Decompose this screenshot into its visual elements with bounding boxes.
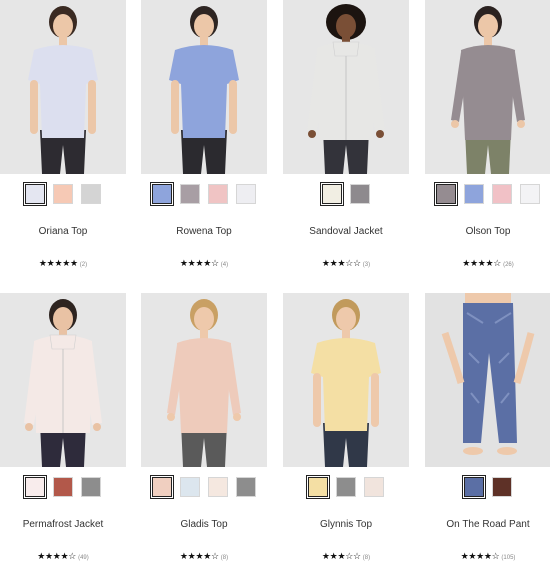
product-image[interactable]	[283, 0, 409, 174]
color-swatch[interactable]	[236, 184, 256, 204]
product-rating[interactable]: ★★★★☆ (8)	[141, 551, 267, 562]
color-swatch[interactable]	[464, 184, 484, 204]
product-rating[interactable]: ★★★★☆ (4)	[141, 258, 267, 269]
color-swatch[interactable]	[53, 184, 73, 204]
color-swatches	[141, 475, 267, 499]
review-count: (4)	[220, 262, 229, 268]
color-swatches	[425, 475, 550, 499]
color-swatch[interactable]	[492, 184, 512, 204]
product-image[interactable]	[141, 0, 267, 174]
product-rating[interactable]: ★★★★☆ (49)	[0, 551, 126, 562]
color-swatch[interactable]	[81, 477, 101, 497]
star-rating-icon: ★★★★☆	[460, 551, 500, 561]
product-image[interactable]	[283, 293, 409, 467]
color-swatch[interactable]	[208, 184, 228, 204]
product-name[interactable]: Glynnis Top	[283, 519, 409, 530]
product-image[interactable]	[425, 0, 550, 174]
color-swatch[interactable]	[180, 184, 200, 204]
product-photo-figure	[0, 0, 126, 174]
color-swatch[interactable]	[180, 477, 200, 497]
color-swatch[interactable]	[350, 184, 370, 204]
color-swatch[interactable]	[208, 477, 228, 497]
product-photo-figure	[283, 0, 409, 174]
color-swatch[interactable]	[434, 182, 458, 206]
color-swatch[interactable]	[520, 184, 540, 204]
product-photo-figure	[141, 293, 267, 467]
product-photo-figure	[0, 293, 126, 467]
review-count: (8)	[220, 555, 229, 561]
star-rating-icon: ★★★★★	[38, 258, 78, 268]
product-photo-figure	[141, 0, 267, 174]
color-swatch[interactable]	[306, 475, 330, 499]
product-rating[interactable]: ★★★☆☆ (3)	[283, 258, 409, 269]
review-count: (26)	[503, 262, 514, 268]
color-swatch[interactable]	[320, 182, 344, 206]
color-swatches	[0, 182, 126, 206]
star-rating-icon: ★★★★☆	[179, 551, 219, 561]
product-name[interactable]: Olson Top	[425, 226, 550, 237]
product-rating[interactable]: ★★★★☆ (26)	[425, 258, 550, 269]
product-rating[interactable]: ★★★★★ (2)	[0, 258, 126, 269]
star-rating-icon: ★★★☆☆	[321, 551, 361, 561]
color-swatch[interactable]	[236, 477, 256, 497]
review-count: (2)	[79, 262, 88, 268]
product-name[interactable]: Oriana Top	[0, 226, 126, 237]
review-count: (105)	[501, 555, 516, 561]
product-image[interactable]	[141, 293, 267, 467]
product-photo-figure	[283, 293, 409, 467]
color-swatches	[141, 182, 267, 206]
star-rating-icon: ★★★☆☆	[321, 258, 361, 268]
product-image[interactable]	[425, 293, 550, 467]
color-swatch[interactable]	[492, 477, 512, 497]
product-name[interactable]: Rowena Top	[141, 226, 267, 237]
color-swatch[interactable]	[150, 475, 174, 499]
review-count: (49)	[78, 555, 89, 561]
color-swatches	[283, 182, 409, 206]
product-photo-figure	[425, 293, 550, 467]
color-swatches	[425, 182, 550, 206]
product-name[interactable]: Sandoval Jacket	[283, 226, 409, 237]
product-name[interactable]: Permafrost Jacket	[0, 519, 126, 530]
star-rating-icon: ★★★★☆	[37, 551, 77, 561]
color-swatch[interactable]	[81, 184, 101, 204]
color-swatch[interactable]	[336, 477, 356, 497]
color-swatches	[283, 475, 409, 499]
product-rating[interactable]: ★★★☆☆ (8)	[283, 551, 409, 562]
product-name[interactable]: On The Road Pant	[425, 519, 550, 530]
star-rating-icon: ★★★★☆	[179, 258, 219, 268]
product-image[interactable]	[0, 293, 126, 467]
product-rating[interactable]: ★★★★☆ (105)	[425, 551, 550, 562]
color-swatch[interactable]	[364, 477, 384, 497]
product-image[interactable]	[0, 0, 126, 174]
product-name[interactable]: Gladis Top	[141, 519, 267, 530]
color-swatches	[0, 475, 126, 499]
review-count: (3)	[362, 262, 371, 268]
color-swatch[interactable]	[23, 182, 47, 206]
product-photo-figure	[425, 0, 550, 174]
review-count: (8)	[362, 555, 371, 561]
color-swatch[interactable]	[23, 475, 47, 499]
star-rating-icon: ★★★★☆	[462, 258, 502, 268]
color-swatch[interactable]	[462, 475, 486, 499]
color-swatch[interactable]	[53, 477, 73, 497]
color-swatch[interactable]	[150, 182, 174, 206]
